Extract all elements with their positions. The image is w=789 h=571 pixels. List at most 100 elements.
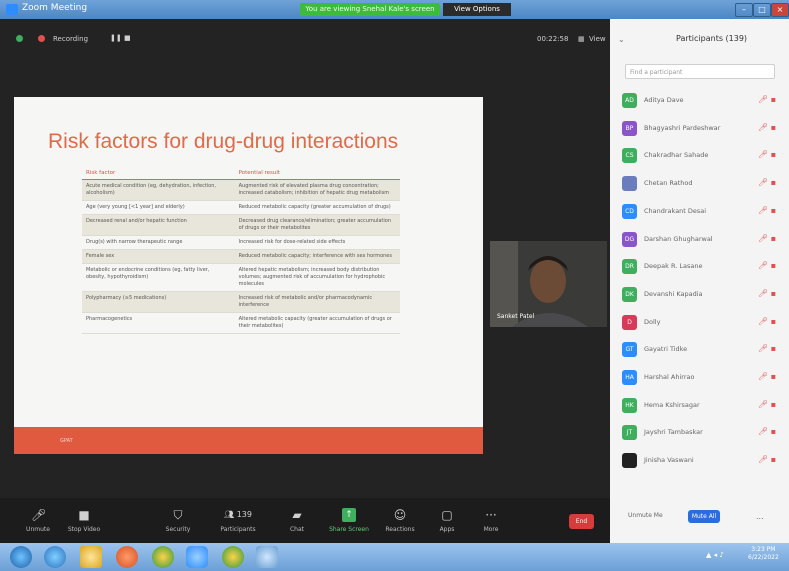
participant-row[interactable]: BP Bhagyashri Pardeshwar 🎤︎ ▪ — [620, 119, 780, 139]
more-dots-icon: ··· — [485, 508, 497, 522]
internet-explorer-icon[interactable] — [44, 546, 66, 568]
participant-row[interactable]: D Dolly 🎤︎ ▪ — [620, 313, 780, 333]
mic-muted-icon[interactable]: 🎤︎ ▪ — [758, 206, 776, 215]
media-player-icon[interactable] — [116, 546, 138, 568]
mic-muted-icon[interactable]: 🎤︎ ▪ — [758, 372, 776, 381]
chrome-window-icon[interactable] — [222, 546, 244, 568]
stop-video-button[interactable]: ■ Stop Video — [62, 508, 106, 533]
taskbar-time: 3:23 PM — [751, 546, 776, 553]
table-row: Female sex Reduced metabolic capacity; in… — [82, 249, 400, 264]
mic-muted-icon[interactable]: 🎤︎ ▪ — [758, 317, 776, 326]
participant-row[interactable]: JT Jayshri Tambaskar 🎤︎ ▪ — [620, 423, 780, 443]
collapse-panel-icon[interactable]: ⌄ — [618, 35, 625, 44]
table-row: Age (very young [<1 year] and elderly) Re… — [82, 200, 400, 215]
view-options-button[interactable]: View Options — [443, 3, 511, 16]
apps-button[interactable]: ▢ Apps — [432, 508, 462, 533]
table-row: Acute medical condition (eg, dehydration… — [82, 179, 400, 201]
participants-panel-title: Participants (139) — [676, 34, 748, 43]
avatar: CS — [622, 148, 637, 164]
column-header-potential-result: Potential result — [234, 167, 400, 180]
mic-muted-icon[interactable]: 🎤︎ ▪ — [758, 150, 776, 159]
unmute-label: Unmute — [26, 526, 50, 533]
end-meeting-button[interactable]: End — [569, 514, 594, 529]
gallery-view-icon[interactable]: ▦ — [578, 35, 585, 43]
mic-muted-icon[interactable]: 🎤︎ ▪ — [758, 427, 776, 436]
security-button[interactable]: ⛉ Security — [158, 508, 198, 533]
mic-muted-icon[interactable]: 🎤︎ ▪ — [758, 123, 776, 132]
participants-button[interactable]: 👥︎ 139 Participants — [216, 508, 260, 533]
avatar: DG — [622, 231, 637, 247]
participant-row[interactable]: CS Chakradhar Sahade 🎤︎ ▪ — [620, 146, 780, 166]
share-screen-button[interactable]: ↑ Share Screen — [326, 508, 372, 533]
reactions-button[interactable]: ☺ Reactions — [382, 508, 418, 533]
table-row: Decreased renal and/or hepatic function D… — [82, 214, 400, 236]
share-screen-icon: ↑ — [342, 508, 356, 522]
taskbar-clock[interactable]: 3:23 PM 6/22/2022 — [748, 546, 779, 562]
table-cell: Decreased renal and/or hepatic function — [82, 214, 235, 236]
maximize-icon[interactable]: □ — [753, 3, 771, 17]
zoom-taskbar-icon[interactable] — [186, 546, 208, 568]
table-cell: Metabolic or endocrine conditions (eg, f… — [82, 263, 235, 292]
mic-muted-icon[interactable]: 🎤︎ ▪ — [758, 400, 776, 409]
mic-muted-icon[interactable]: 🎤︎ ▪ — [758, 234, 776, 243]
system-tray-icons[interactable]: ▲ ◂ ♪ — [706, 551, 724, 559]
mic-muted-icon[interactable]: 🎤︎ ▪ — [758, 289, 776, 298]
table-cell: Increased risk for dose-related side eff… — [234, 235, 400, 250]
mic-muted-icon[interactable]: 🎤︎ ▪ — [758, 344, 776, 353]
start-button-icon[interactable] — [10, 546, 32, 568]
view-button[interactable]: View — [589, 35, 606, 43]
participant-search-input[interactable]: Find a participant — [625, 64, 775, 79]
participant-row[interactable]: DR Deepak R. Lasane 🎤︎ ▪ — [620, 257, 780, 277]
avatar: HK — [622, 397, 637, 413]
more-button[interactable]: ··· More — [476, 508, 506, 533]
participant-row[interactable]: DK Devanshi Kapadia 🎤︎ ▪ — [620, 285, 780, 305]
chat-bubble-icon: ▰ — [292, 508, 302, 522]
mic-muted-icon[interactable]: 🎤︎ ▪ — [758, 95, 776, 104]
slide-footer-text: GPAT — [60, 438, 73, 444]
participant-name: Dolly — [644, 317, 661, 326]
table-cell: Increased risk of metabolic and/or pharm… — [234, 291, 400, 313]
participant-name: Deepak R. Lasane — [644, 262, 703, 271]
minimize-icon[interactable]: – — [735, 3, 753, 17]
mic-muted-icon[interactable]: 🎤︎ ▪ — [758, 455, 776, 464]
avatar: GT — [622, 342, 637, 358]
meeting-timer: 00:22:58 — [537, 35, 569, 43]
security-shield-icon: ⛉ — [173, 508, 183, 522]
table-cell: Age (very young [<1 year] and elderly) — [82, 200, 235, 215]
participant-row[interactable]: HA Harshal Ahirrao 🎤︎ ▪ — [620, 368, 780, 388]
mic-muted-icon[interactable]: 🎤︎ ▪ — [758, 178, 776, 187]
close-icon[interactable]: × — [771, 3, 789, 17]
table-cell: Pharmacogenetics — [82, 312, 235, 334]
avatar: CD — [622, 203, 637, 219]
window-title: Zoom Meeting — [22, 3, 88, 13]
participant-row[interactable]: Jinisha Vaswani 🎤︎ ▪ — [620, 451, 780, 471]
microphone-muted-icon: 🎤︎ — [31, 508, 47, 522]
participant-name: Bhagyashri Pardeshwar — [644, 123, 721, 132]
slide-title: Risk factors for drug-drug interactions — [48, 130, 399, 153]
unmute-button[interactable]: 🎤︎ Unmute — [18, 508, 58, 533]
more-label: More — [483, 526, 499, 533]
panel-more-button[interactable]: ... — [756, 512, 764, 521]
stop-recording-icon[interactable]: ■ — [124, 34, 131, 42]
participant-name: Aditya Dave — [644, 96, 684, 104]
avatar: BP — [622, 120, 637, 136]
chrome-icon[interactable] — [152, 546, 174, 568]
chat-button[interactable]: ▰ Chat — [282, 508, 312, 533]
participant-row[interactable]: AD Aditya Dave 🎤︎ ▪ — [620, 91, 780, 111]
participant-row[interactable]: CD Chandrakant Desai 🎤︎ ▪ — [620, 202, 780, 222]
participant-row[interactable]: Chetan Rathod 🎤︎ ▪ — [620, 174, 780, 194]
pause-recording-icon[interactable]: ❚❚ — [110, 34, 122, 42]
participant-row[interactable]: HK Hema Kshirsagar 🎤︎ ▪ — [620, 396, 780, 416]
unmute-me-button[interactable]: Unmute Me — [628, 512, 663, 519]
file-explorer-icon[interactable] — [80, 546, 102, 568]
mic-muted-icon[interactable]: 🎤︎ ▪ — [758, 261, 776, 270]
reactions-icon: ☺ — [393, 508, 407, 522]
avatar: HA — [622, 370, 637, 385]
table-cell: Altered hepatic metabolism; increased bo… — [234, 263, 400, 292]
taskbar-app-icon[interactable] — [256, 546, 278, 568]
participant-name: Chandrakant Desai — [644, 206, 707, 215]
participant-row[interactable]: DG Darshan Ghugharwal 🎤︎ ▪ — [620, 230, 780, 250]
mute-all-button[interactable]: Mute All — [688, 510, 720, 523]
participant-row[interactable]: GT Gayatri Tidke 🎤︎ ▪ — [620, 340, 780, 360]
shield-icon[interactable] — [16, 35, 23, 42]
